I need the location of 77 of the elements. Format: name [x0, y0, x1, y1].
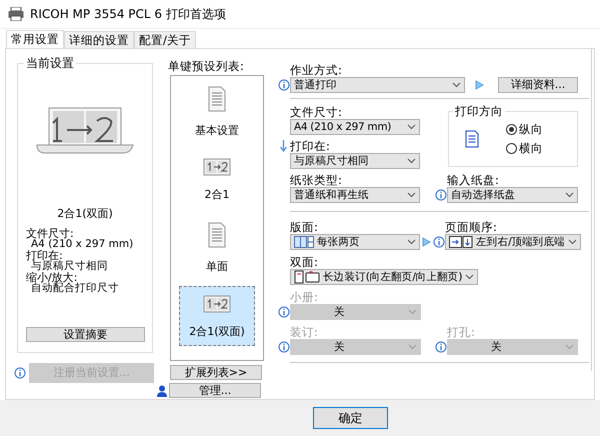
tab[interactable]: 常用设置: [6, 30, 64, 49]
info-icon: [435, 189, 447, 201]
dropdown[interactable]: 左到右/顶端到底端: [445, 234, 581, 250]
chevron-icon: [452, 82, 461, 88]
preset-item[interactable]: 基本设置: [179, 82, 255, 140]
dropdown[interactable]: 长边装订(向左翻页/向上翻页): [290, 269, 478, 285]
radio-button[interactable]: [506, 143, 517, 154]
detail-value: 自动配合打印尺寸: [31, 283, 120, 294]
chevron-icon: [407, 158, 416, 164]
chevron-icon: [407, 124, 416, 130]
two-page-layout-icon: [294, 236, 314, 248]
field-label: 双面:: [290, 255, 318, 269]
chevron-icon: [407, 239, 416, 245]
preset-item[interactable]: 单面: [179, 218, 255, 276]
field-label: 小册:: [290, 290, 318, 304]
group-title: 当前设置: [24, 56, 76, 70]
manage-button[interactable]: 管理...: [169, 383, 261, 398]
detail-label: 文件尺寸:: [26, 228, 75, 239]
dropdown[interactable]: 自动选择纸盘: [447, 187, 578, 203]
window-title: RICOH MP 3554 PCL 6 打印首选项: [30, 6, 226, 23]
radio-button[interactable]: [506, 124, 517, 135]
chevron-icon: [408, 344, 417, 350]
dropdown[interactable]: A4 (210 x 297 mm): [290, 119, 420, 135]
chevron-icon: [565, 192, 574, 198]
field-label: 文件尺寸:: [290, 105, 342, 119]
info-icon: [435, 341, 447, 353]
chevron-icon: [565, 344, 574, 350]
chevron-icon: [407, 192, 416, 198]
duplex-binding-icon: [294, 270, 320, 284]
radio-option[interactable]: 纵向: [506, 123, 543, 136]
play-arrow-icon: [475, 80, 484, 90]
field-label: 装订:: [290, 325, 318, 339]
field-label: 打印在:: [290, 139, 330, 153]
preset-item[interactable]: 2合1(双面): [179, 286, 255, 346]
down-arrow-icon: [280, 140, 287, 152]
radio-option[interactable]: 横向: [506, 142, 543, 155]
info-icon: [14, 367, 26, 379]
expand-list-button[interactable]: 扩展列表>>: [170, 365, 262, 380]
dropdown[interactable]: 普通打印: [290, 77, 465, 93]
info-icon: [278, 341, 290, 353]
list-title: 单键预设列表:: [168, 59, 245, 73]
two-pages-icon: [203, 294, 231, 312]
document-icon: [208, 86, 226, 112]
chevron-icon: [408, 309, 417, 315]
info-icon: [278, 79, 290, 91]
field-label: 版面:: [290, 220, 318, 234]
details-button[interactable]: 详细资料...: [498, 77, 578, 93]
ok-button[interactable]: 确定: [313, 407, 388, 429]
field-label: 输入纸盘:: [447, 173, 499, 187]
chevron-icon: [568, 239, 577, 245]
document-icon: [465, 130, 479, 148]
summary-button[interactable]: 设置摘要: [26, 327, 145, 342]
preview-label: 2合1(双面): [57, 207, 113, 220]
preset-item[interactable]: 2合1: [179, 150, 255, 208]
two-pages-icon: [203, 158, 231, 176]
field-label: 纸张类型:: [290, 173, 342, 187]
dropdown[interactable]: 与原稿尺寸相同: [290, 153, 420, 169]
tab[interactable]: 配置/关于: [134, 31, 196, 48]
play-arrow-icon: [422, 237, 431, 247]
detail-value: 与原稿尺寸相同: [31, 261, 109, 272]
info-icon: [433, 236, 445, 248]
user-icon: [157, 384, 167, 396]
dropdown[interactable]: 每张两页: [290, 234, 420, 250]
page-order-icon: [449, 236, 473, 248]
field-label: 作业方式:: [290, 63, 342, 77]
group-title: 打印方向: [453, 104, 505, 118]
field-label: 打孔:: [447, 325, 475, 339]
tab[interactable]: 详细的设置: [64, 31, 134, 48]
chevron-icon: [465, 274, 474, 280]
dropdown[interactable]: 普通纸和再生纸: [290, 187, 420, 203]
field-label: 页面顺序:: [445, 220, 497, 234]
document-icon: [208, 222, 226, 248]
detail-label: 打印在:: [26, 250, 64, 261]
info-icon: [278, 306, 290, 318]
detail-label: 缩小/放大:: [26, 272, 78, 283]
detail-value: A4 (210 x 297 mm): [31, 239, 134, 250]
printer-icon: [8, 7, 24, 21]
